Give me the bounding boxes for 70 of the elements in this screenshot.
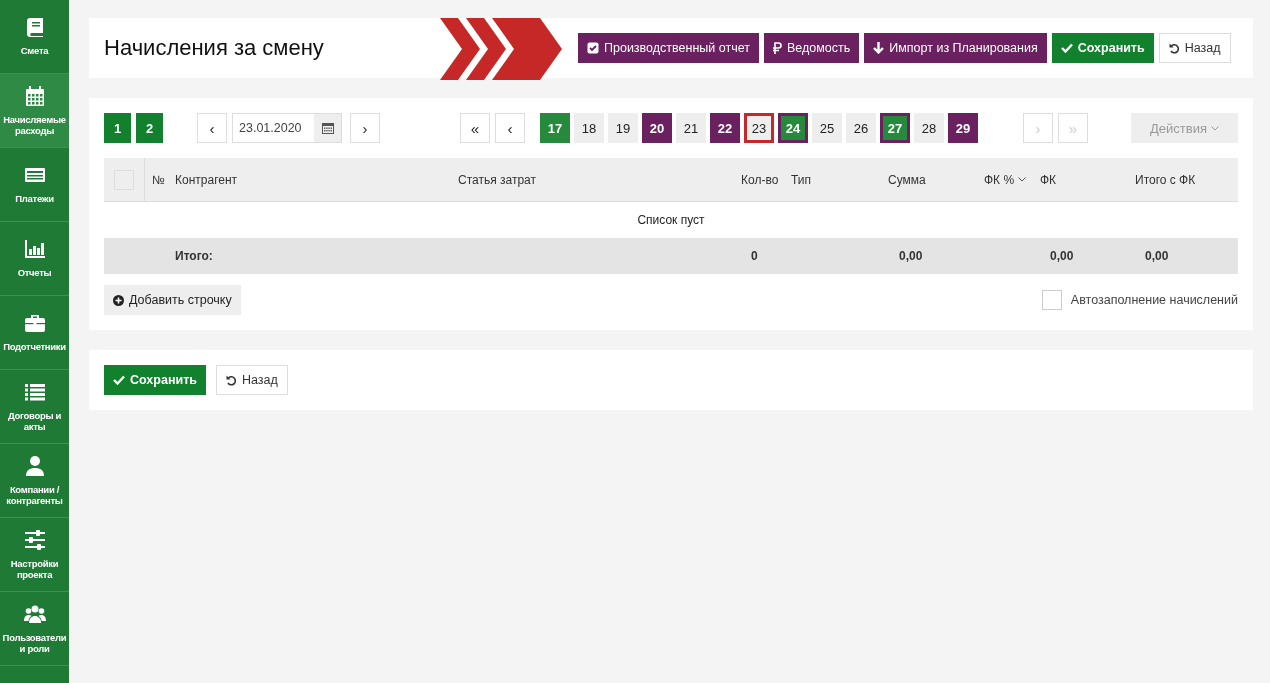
header-button[interactable]: Ведомость (763, 33, 860, 63)
total-qty: 0 (751, 249, 758, 263)
sidebar-item[interactable]: Компании / контрагенты (0, 444, 69, 518)
chevron-down-icon (1018, 177, 1027, 182)
page-button[interactable]: 2 (136, 113, 163, 143)
chevron-down-icon (1211, 125, 1219, 131)
calendar-icon (321, 122, 334, 134)
undo-icon (225, 374, 237, 386)
day-button[interactable]: 20 (642, 113, 672, 143)
date-field[interactable]: 23.01.2020 (232, 113, 342, 143)
column-header: Контрагент (175, 172, 238, 187)
autofill-label: Автозаполнение начислений (1070, 293, 1238, 307)
header-button[interactable]: Сохранить (1051, 33, 1154, 63)
sidebar-item[interactable]: Настройки проекта (0, 518, 69, 592)
header-button[interactable]: Импорт из Планирования (864, 33, 1047, 63)
column-header: № (152, 172, 165, 187)
first-button[interactable]: « (460, 113, 490, 143)
next-button[interactable]: › (350, 113, 380, 143)
checkbox-icon (587, 42, 599, 54)
total-with-fk: 0,00 (1145, 249, 1169, 263)
day-button[interactable]: 23 (744, 113, 774, 143)
add-row-button[interactable]: Добавить строчку (104, 285, 241, 315)
day-button[interactable]: 27 (880, 113, 910, 143)
sidebar-item[interactable]: Пользователи и роли (0, 592, 69, 666)
total-fk: 0,00 (1050, 249, 1074, 263)
column-header: ФК (1040, 172, 1057, 187)
day-button[interactable]: 28 (914, 113, 944, 143)
ruble-icon (772, 42, 782, 54)
arrow-down-icon (873, 42, 885, 54)
page-title: Начисления за смену (104, 35, 325, 61)
sidebar-item[interactable]: Договоры и акты (0, 370, 69, 444)
check-icon (1060, 43, 1073, 53)
undo-icon (1168, 42, 1180, 54)
sidebar-item[interactable]: Подотчетники (0, 296, 69, 370)
day-button[interactable]: 19 (608, 113, 638, 143)
footer-button[interactable]: Сохранить (104, 365, 206, 395)
column-header: Итого с ФК (1135, 172, 1196, 187)
user-icon (23, 454, 46, 477)
column-header: Сумма (888, 172, 926, 187)
day-button[interactable]: 18 (574, 113, 604, 143)
total-label: Итого: (175, 249, 213, 263)
footer-button[interactable]: Назад (215, 365, 288, 395)
briefcase-icon (23, 312, 46, 335)
column-header[interactable]: ФК % (984, 172, 1027, 187)
column-header: Кол-во (741, 172, 779, 187)
plus-circle-icon (113, 294, 124, 306)
sliders-icon (23, 528, 46, 551)
day-button[interactable]: 17 (540, 113, 570, 143)
day-button[interactable]: 21 (676, 113, 706, 143)
header-button[interactable]: Назад (1158, 33, 1231, 63)
empty-message: Список пуст (637, 213, 705, 227)
autofill-checkbox[interactable] (1041, 290, 1062, 310)
day-button[interactable]: 26 (846, 113, 876, 143)
prev-day-button[interactable]: ‹ (495, 113, 525, 143)
column-header: Тип (791, 172, 811, 187)
total-sum: 0,00 (899, 249, 923, 263)
day-button[interactable]: 25 (812, 113, 842, 143)
chart-icon (23, 238, 46, 261)
page-button[interactable]: 1 (104, 113, 131, 143)
header-button[interactable]: Производственный отчет (578, 33, 759, 63)
day-button[interactable]: 24 (778, 113, 808, 143)
sidebar-item[interactable]: Платежи (0, 148, 69, 222)
check-icon (113, 375, 125, 385)
sidebar-item[interactable]: Отчеты (0, 222, 69, 296)
day-button[interactable]: 22 (710, 113, 740, 143)
column-header: Статья затрат (458, 172, 536, 187)
calendar-icon (23, 84, 46, 107)
prev-button[interactable]: ‹ (197, 113, 227, 143)
sidebar-item[interactable]: Начисляемые расходы (0, 74, 69, 148)
day-button[interactable]: 29 (948, 113, 978, 143)
